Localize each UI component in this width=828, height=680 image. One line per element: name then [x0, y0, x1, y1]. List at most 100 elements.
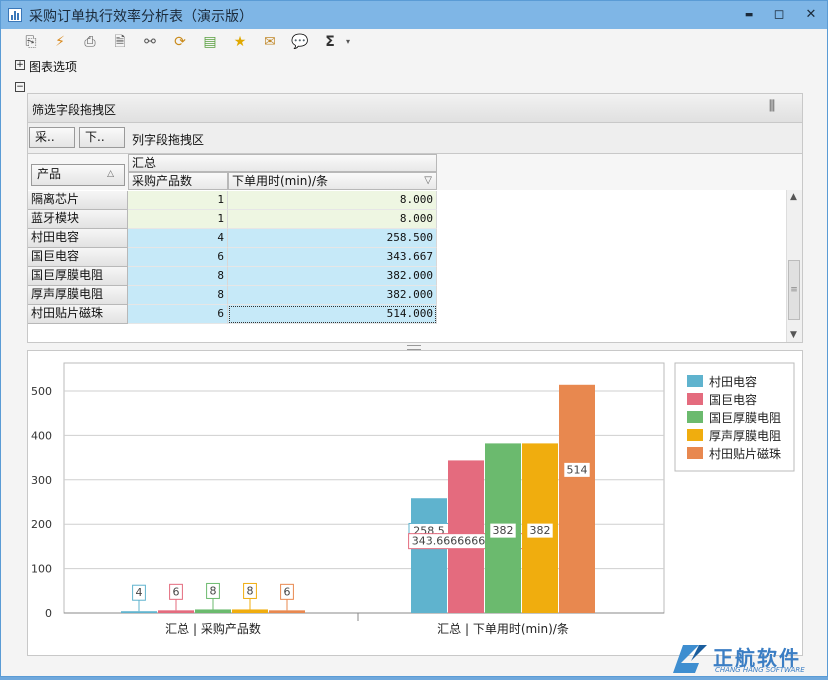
column-header-time-label: 下单用时(min)/条: [232, 174, 329, 188]
filter-icon[interactable]: ▽: [424, 173, 432, 189]
title-bar: 采购订单执行效率分析表（演示版） ▬ ◻ ✕: [1, 1, 827, 29]
refresh-icon[interactable]: ⚡: [50, 33, 70, 51]
cell-time[interactable]: 258.500: [228, 229, 437, 248]
cell-count[interactable]: 8: [128, 267, 228, 286]
row-header[interactable]: 村田贴片磁珠: [28, 305, 128, 324]
y-tick-label: 100: [31, 563, 52, 576]
filter-drop-area[interactable]: 筛选字段拖拽区 ⫼: [28, 94, 802, 123]
sum-icon[interactable]: Σ: [320, 33, 340, 51]
bar: [121, 611, 157, 613]
bar-chart: 0 100 200 300 400 500 汇总 | 采购产品数 汇总 | 下单用时(min)…: [31, 362, 795, 636]
dropdown-icon[interactable]: ▾: [343, 33, 353, 51]
filter-field-button-1[interactable]: 采..: [29, 127, 75, 148]
legend-swatch: [687, 447, 703, 459]
preview-icon[interactable]: 🗎: [110, 33, 130, 51]
scroll-down-icon[interactable]: ▼: [790, 330, 797, 340]
row-header[interactable]: 隔离芯片: [28, 191, 128, 210]
legend-label: 村田电容: [709, 374, 757, 389]
cell-time[interactable]: 514.000: [228, 305, 437, 324]
column-drop-area[interactable]: 采.. 下.. 列字段拖拽区: [28, 123, 802, 154]
y-tick-label: 0: [45, 607, 52, 620]
legend-label: 村田贴片磁珠: [709, 446, 781, 461]
row-header[interactable]: 村田电容: [28, 229, 128, 248]
app-window: 采购订单执行效率分析表（演示版） ▬ ◻ ✕ ⎘ ⚡ ⎙ 🗎 ⚯ ⟳ ▤ ★ ✉…: [0, 0, 828, 677]
row-header[interactable]: 国巨厚膜电阻: [28, 267, 128, 286]
data-label: 4: [136, 586, 143, 599]
filter-field-button-2[interactable]: 下..: [79, 127, 125, 148]
bar: [269, 610, 305, 613]
data-label: 8: [247, 584, 254, 597]
cell-time[interactable]: 8.000: [228, 191, 437, 210]
cell-count[interactable]: 4: [128, 229, 228, 248]
x-category-label: 汇总 | 下单用时(min)/条: [437, 622, 569, 636]
cell-count[interactable]: 6: [128, 305, 228, 324]
row-header[interactable]: 国巨电容: [28, 248, 128, 267]
scroll-up-icon[interactable]: ▲: [790, 192, 797, 202]
legend-label: 厚声厚膜电阻: [709, 429, 781, 443]
vertical-scrollbar[interactable]: ▲ ≡ ▼: [786, 190, 802, 342]
bar: [195, 609, 231, 613]
restore-button[interactable]: ◻: [768, 5, 790, 25]
pivot-grid: 筛选字段拖拽区 ⫼ 采.. 下.. 列字段拖拽区 产品 △ 汇总 采购产品数 下…: [27, 93, 803, 343]
row-field-label: 产品: [37, 167, 62, 181]
column-header-time[interactable]: 下单用时(min)/条 ▽: [228, 172, 437, 190]
cell-time[interactable]: 343.667: [228, 248, 437, 267]
minimize-button[interactable]: ▬: [738, 5, 760, 25]
scroll-thumb[interactable]: ≡: [788, 260, 800, 320]
cell-count[interactable]: 1: [128, 210, 228, 229]
data-label: 6: [284, 585, 291, 598]
comment-icon[interactable]: 💬: [290, 33, 310, 51]
bar: [158, 610, 194, 613]
legend-label: 国巨厚膜电阻: [709, 411, 781, 425]
data-label: 6: [173, 585, 180, 598]
data-label: 514: [567, 463, 588, 476]
filter-area-label: 筛选字段拖拽区: [32, 103, 117, 117]
y-tick-label: 400: [31, 429, 52, 442]
print-icon[interactable]: ⎙: [80, 33, 100, 51]
cell-time[interactable]: 8.000: [228, 210, 437, 229]
collapse-icon[interactable]: −: [15, 82, 25, 92]
group-header: 汇总: [128, 154, 437, 172]
expand-icon[interactable]: +: [15, 60, 25, 70]
y-tick-label: 300: [31, 474, 52, 487]
brand-sub: CHANG HANG SOFTWARE: [715, 666, 805, 674]
bar: [411, 498, 447, 613]
column-header-count[interactable]: 采购产品数: [128, 172, 228, 190]
cell-count[interactable]: 6: [128, 248, 228, 267]
cell-count[interactable]: 8: [128, 286, 228, 305]
y-tick-label: 200: [31, 518, 52, 531]
legend-swatch: [687, 429, 703, 441]
grid-header: 产品 △ 汇总 采购产品数 下单用时(min)/条 ▽: [28, 154, 802, 190]
cell-time[interactable]: 382.000: [228, 267, 437, 286]
find-icon[interactable]: ⚯: [140, 33, 160, 51]
data-label: 382: [530, 524, 551, 537]
row-field-button[interactable]: 产品 △: [31, 164, 125, 186]
sync-icon[interactable]: ⟳: [170, 33, 190, 51]
chart-toggle-icon[interactable]: ⫼: [769, 99, 775, 114]
star-icon[interactable]: ★: [230, 33, 250, 51]
toolbar: ⎘ ⚡ ⎙ 🗎 ⚯ ⟳ ▤ ★ ✉ 💬 Σ ▾: [1, 29, 827, 55]
legend-swatch: [687, 411, 703, 423]
export-icon[interactable]: ⎘: [21, 33, 41, 51]
bar: [232, 609, 268, 613]
cell-time[interactable]: 382.000: [228, 286, 437, 305]
save-icon[interactable]: ▤: [200, 33, 220, 51]
chart-options-label[interactable]: 图表选项: [29, 58, 77, 75]
brand-watermark: 正航软件 CHANG HANG SOFTWARE: [669, 641, 828, 677]
bar: [559, 384, 595, 613]
row-header[interactable]: 蓝牙模块: [28, 210, 128, 229]
cell-count[interactable]: 1: [128, 191, 228, 210]
legend-swatch: [687, 393, 703, 405]
close-button[interactable]: ✕: [800, 5, 822, 25]
legend-label: 国巨电容: [709, 392, 757, 407]
x-category-label: 汇总 | 采购产品数: [165, 621, 261, 636]
window-title: 采购订单执行效率分析表（演示版）: [29, 9, 253, 25]
y-tick-label: 500: [31, 385, 52, 398]
app-icon: [8, 8, 22, 22]
chart-panel: 0 100 200 300 400 500 汇总 | 采购产品数 汇总 | 下单用时(min)…: [27, 350, 803, 656]
data-label: 8: [210, 584, 217, 597]
mail-icon[interactable]: ✉: [260, 33, 280, 51]
data-label: 382: [493, 524, 514, 537]
sort-icon[interactable]: △: [107, 165, 114, 184]
row-header[interactable]: 厚声厚膜电阻: [28, 286, 128, 305]
